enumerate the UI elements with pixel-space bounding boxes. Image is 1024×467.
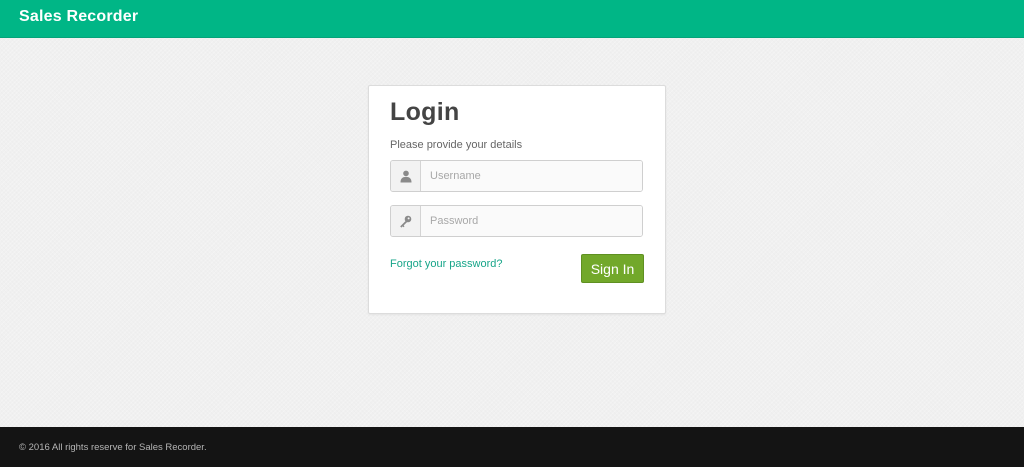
- password-group: [390, 205, 643, 237]
- username-input[interactable]: [421, 161, 642, 191]
- login-title: Login: [390, 98, 460, 126]
- key-icon: [391, 206, 421, 236]
- brand-link[interactable]: Sales Recorder: [19, 8, 138, 26]
- page-body: Login Please provide your details Fo: [0, 38, 1024, 427]
- user-icon: [391, 161, 421, 191]
- forgot-password-link[interactable]: Forgot your password?: [390, 258, 503, 270]
- login-subtitle: Please provide your details: [390, 139, 523, 151]
- login-card: Login Please provide your details Fo: [368, 85, 666, 314]
- page-footer: © 2016 All rights reserve for Sales Reco…: [0, 427, 1024, 467]
- sign-in-button[interactable]: Sign In: [581, 254, 644, 283]
- copyright-text: © 2016 All rights reserve for Sales Reco…: [19, 442, 207, 453]
- top-navbar: Sales Recorder: [0, 0, 1024, 38]
- password-input[interactable]: [421, 206, 642, 236]
- username-group: [390, 160, 643, 192]
